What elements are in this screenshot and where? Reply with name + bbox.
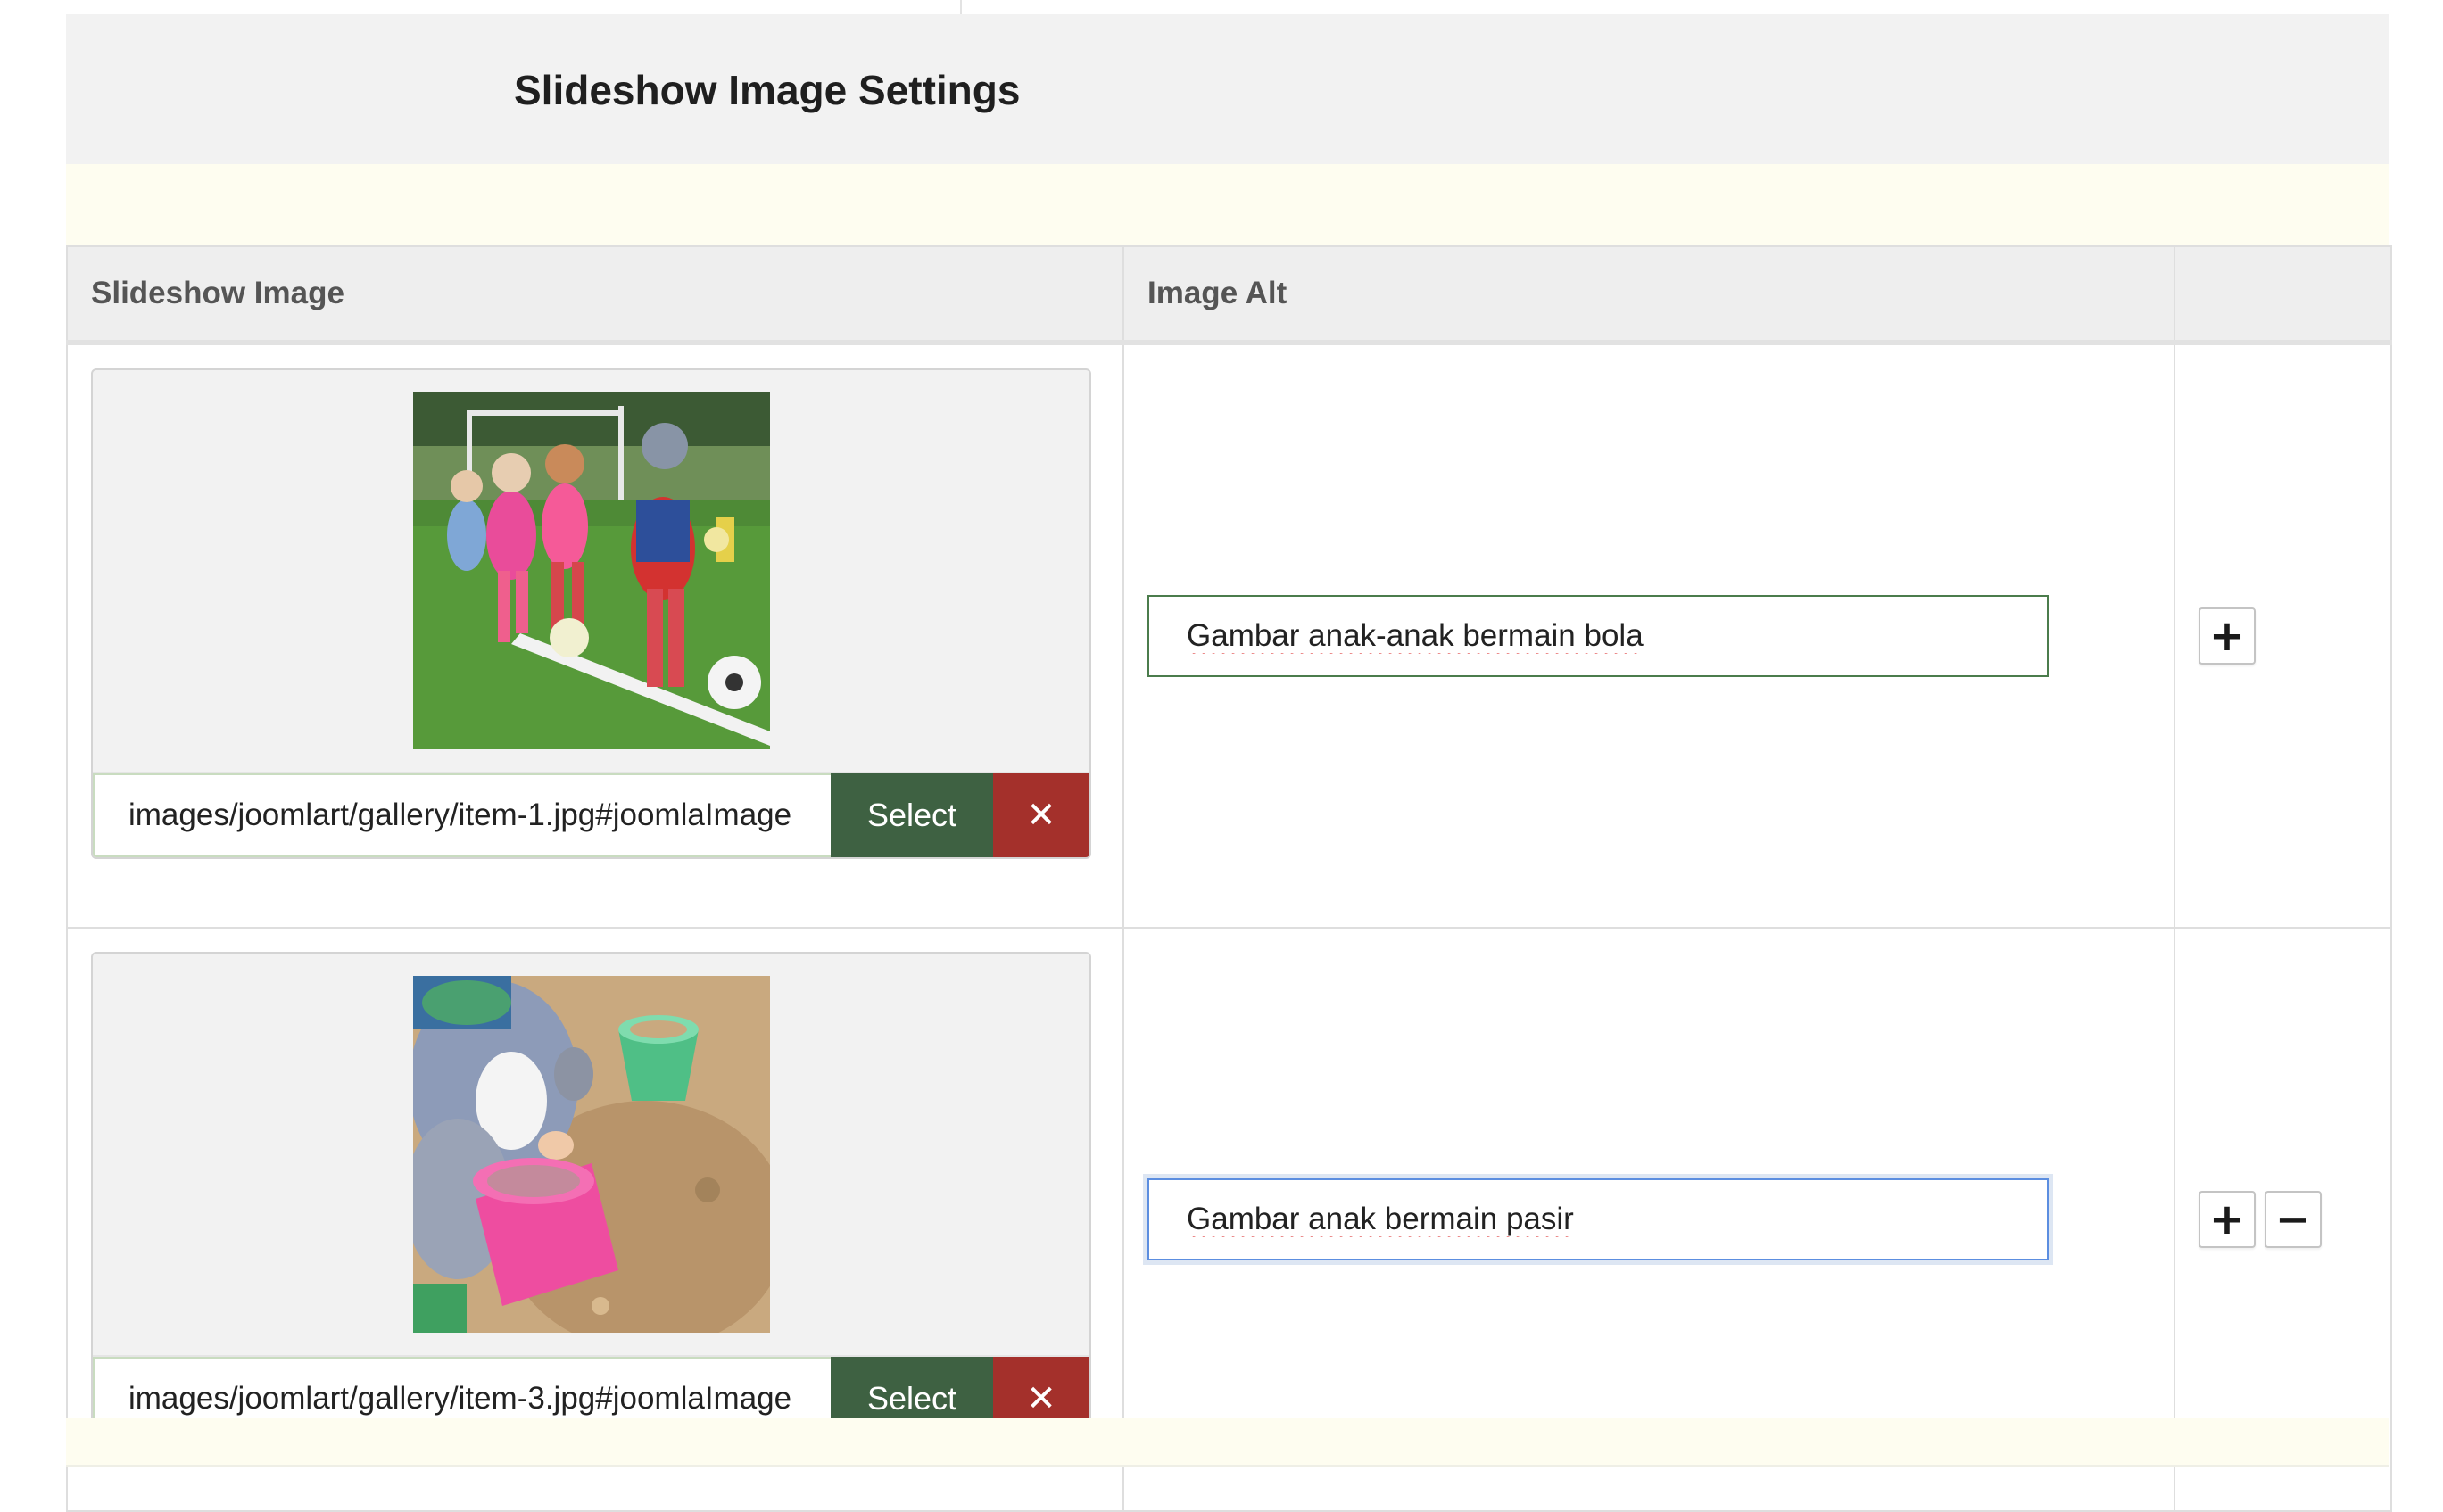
top-divider xyxy=(960,0,962,14)
page-title: Slideshow Image Settings xyxy=(514,67,1021,113)
table-row: Select ✕ + xyxy=(66,342,2392,929)
sand-photo xyxy=(412,976,770,1333)
actions-cell: + xyxy=(2174,342,2392,929)
remove-row-button[interactable]: − xyxy=(2265,1191,2322,1248)
image-path-input[interactable] xyxy=(93,773,831,857)
image-alt-input[interactable] xyxy=(1147,1178,2049,1260)
notice-band xyxy=(66,164,2389,245)
image-preview xyxy=(412,976,770,1333)
plus-icon: + xyxy=(2208,1194,2246,1244)
table-header-row: Slideshow Image Image Alt xyxy=(66,245,2392,345)
alt-cell xyxy=(1122,342,2175,929)
slideshow-table: Slideshow Image Image Alt images/joomlar… xyxy=(66,245,2392,1512)
image-preview-wrap xyxy=(93,370,1089,772)
clear-image-button[interactable]: ✕ xyxy=(993,773,1089,857)
row-actions: + − xyxy=(2199,1191,2390,1248)
image-cell: Select ✕ xyxy=(66,342,1124,929)
column-header-image: Slideshow Image xyxy=(66,245,1124,345)
soccer-photo xyxy=(412,392,770,749)
row-actions: + xyxy=(2199,607,2390,665)
header-band: Slideshow Image Settings xyxy=(66,14,2389,164)
minus-icon: − xyxy=(2274,1194,2312,1244)
media-field: Select ✕ xyxy=(91,368,1091,859)
image-path-row: Select ✕ xyxy=(93,772,1089,857)
image-preview xyxy=(412,392,770,749)
column-header-alt: Image Alt xyxy=(1122,245,2175,345)
add-row-button[interactable]: + xyxy=(2199,607,2256,665)
select-image-button[interactable]: Select xyxy=(831,773,993,857)
image-preview-wrap xyxy=(93,954,1089,1355)
plus-icon: + xyxy=(2208,611,2246,661)
add-row-button[interactable]: + xyxy=(2199,1191,2256,1248)
footer-band xyxy=(66,1418,2389,1467)
image-alt-input[interactable] xyxy=(1147,595,2049,677)
close-icon: ✕ xyxy=(1026,1378,1056,1419)
column-header-actions xyxy=(2174,245,2392,345)
close-icon: ✕ xyxy=(1026,795,1056,836)
media-field: Select ✕ xyxy=(91,952,1091,1442)
